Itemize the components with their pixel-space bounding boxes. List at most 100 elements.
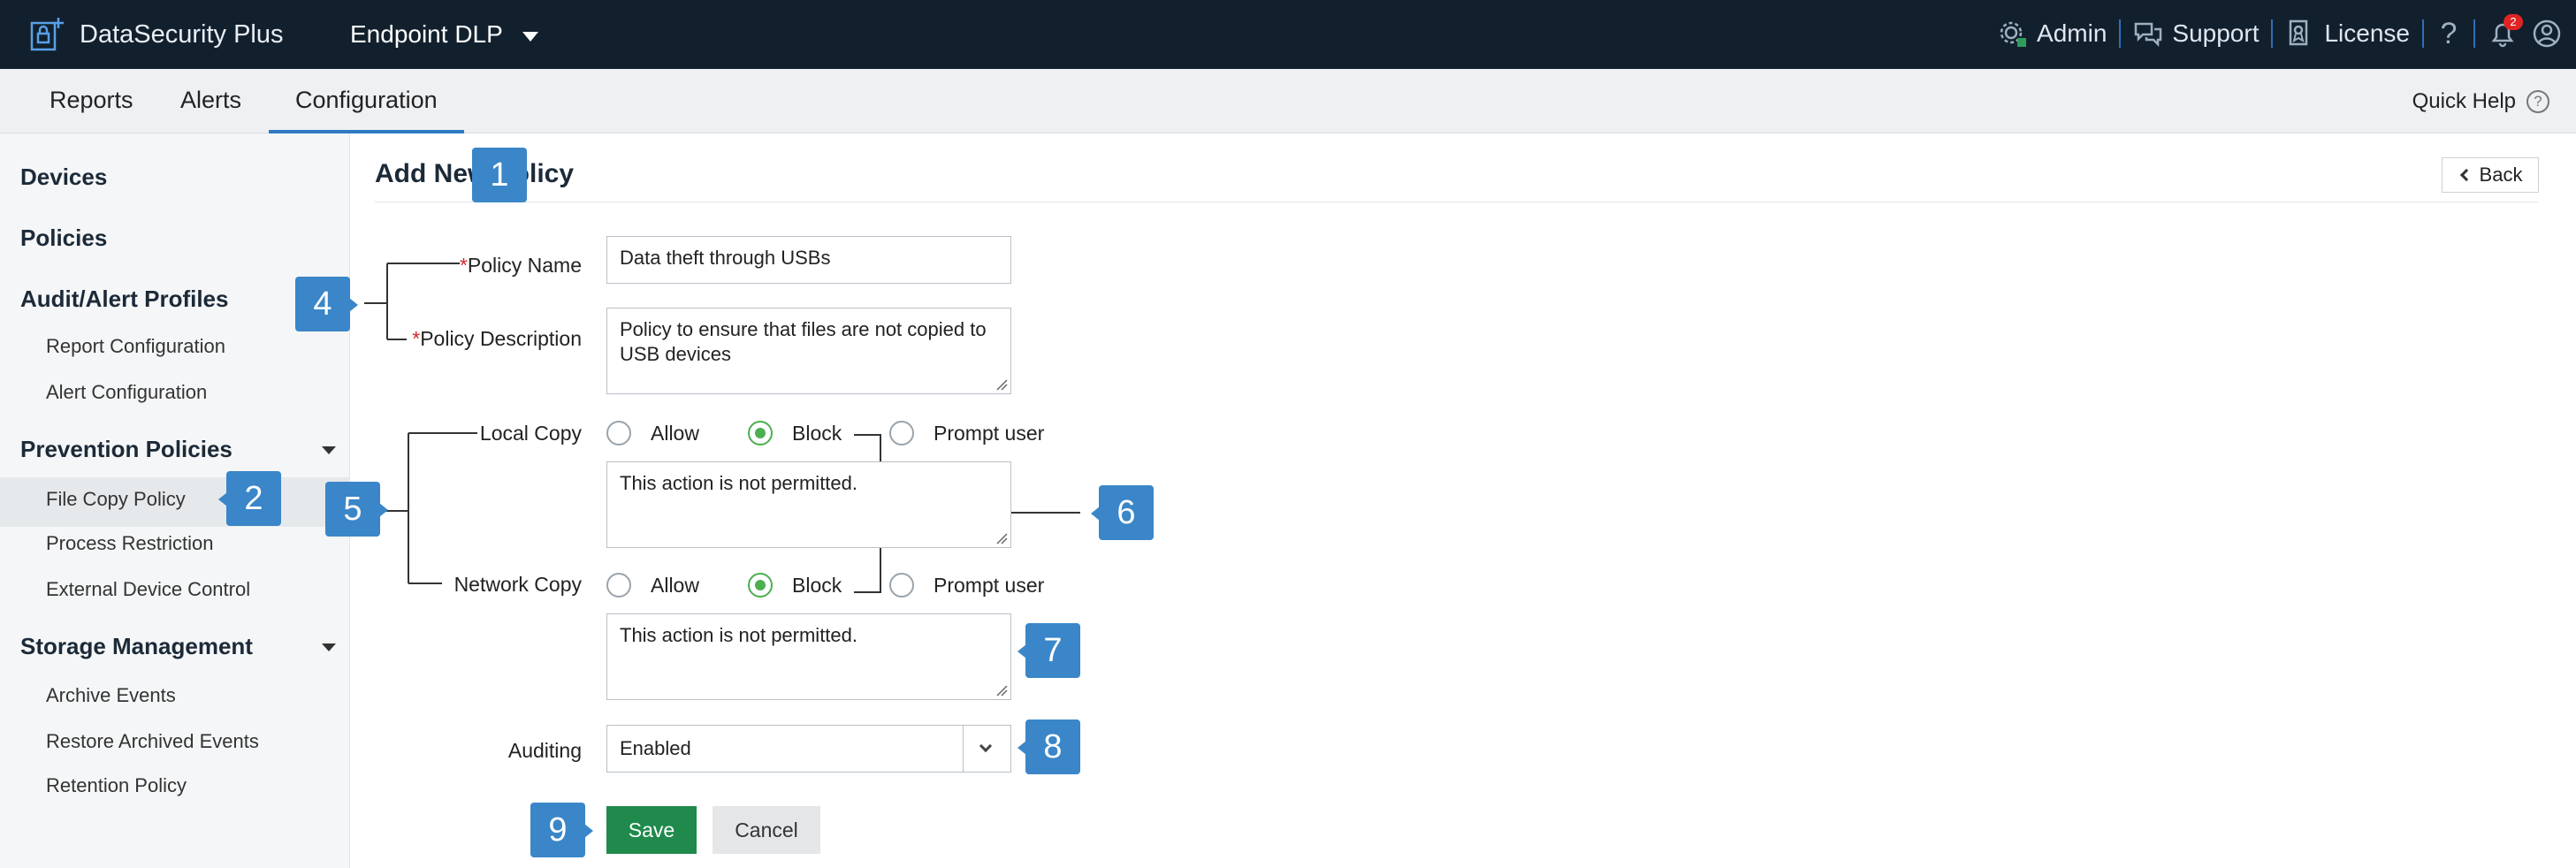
network-copy-prompt-user-option[interactable]: Prompt user [889,573,1044,598]
brand[interactable]: DataSecurity Plus [28,12,284,57]
top-bar: DataSecurity Plus Endpoint DLP Admin Sup… [0,0,2576,69]
required-mark: * [459,254,468,277]
chevron-down-icon [322,643,336,651]
network-copy-block-option[interactable]: Block [748,573,889,598]
back-button[interactable]: Back [2442,157,2539,193]
notifications-button[interactable]: 2 [2488,14,2523,51]
sidebar-item-process-restriction[interactable]: Process Restriction [46,532,214,555]
policy-name-label: *Policy Name [407,254,582,278]
nav-separator [2271,19,2274,48]
dropdown-toggle[interactable] [963,726,1010,772]
support-icon [2135,22,2162,48]
user-icon[interactable] [2532,19,2562,49]
resize-handle-icon[interactable] [995,532,1008,544]
callout-9: 9 [530,803,593,857]
notification-count-badge: 2 [2504,14,2523,30]
tab-alerts[interactable]: Alerts [154,69,268,133]
sidebar-item-archive-events[interactable]: Archive Events [46,684,176,707]
quick-help-link[interactable]: Quick Help ? [2412,69,2549,133]
support-link[interactable]: Support [2133,19,2259,49]
admin-link[interactable]: Admin [1998,19,2107,49]
admin-icon [2000,21,2027,47]
admin-label: Admin [2037,19,2107,47]
policy-description-value: Policy to ensure that files are not copi… [620,318,987,365]
chevron-down-icon [522,31,538,42]
sidebar-section-prevention-policies[interactable]: Prevention Policies [20,436,350,463]
sidebar-item-file-copy-policy[interactable]: File Copy Policy [46,488,186,511]
resize-handle-icon[interactable] [995,684,1008,697]
radio-button[interactable] [889,573,914,598]
local-copy-options: Allow Block Prompt user [606,421,1044,445]
nav-separator [2422,19,2424,48]
product-name: Endpoint DLP [350,20,503,48]
local-copy-allow-option[interactable]: Allow [606,421,748,445]
tab-reports[interactable]: Reports [23,69,160,133]
license-icon [2290,19,2308,46]
top-right-nav: Admin Support License ? 2 [1998,9,2562,58]
tab-configuration[interactable]: Configuration [269,69,464,133]
chevron-down-icon [322,446,336,454]
save-button[interactable]: Save [606,806,697,854]
help-circle-icon: ? [2526,89,2549,113]
local-copy-message-value: This action is not permitted. [620,472,858,494]
network-copy-message-value: This action is not permitted. [620,624,858,646]
cancel-button[interactable]: Cancel [713,806,820,854]
support-label: Support [2172,19,2260,47]
callout-1: 1 [472,148,527,202]
policy-description-label-text: Policy Description [420,327,582,350]
sidebar-item-external-device-control[interactable]: External Device Control [46,578,250,601]
option-label: Prompt user [934,573,1045,597]
back-label: Back [2479,164,2523,186]
sidebar-item-alert-configuration[interactable]: Alert Configuration [46,381,207,404]
policy-name-input[interactable]: Data theft through USBs [606,236,1011,284]
policy-name-label-text: Policy Name [467,254,582,277]
datasecurity-logo-icon [30,18,64,51]
sidebar-item-policies[interactable]: Policies [20,225,107,252]
callout-2: 2 [218,471,281,526]
brand-name: DataSecurity Plus [80,19,284,49]
network-copy-message-textarea[interactable]: This action is not permitted. [606,613,1011,700]
license-link[interactable]: License [2285,19,2410,49]
option-label: Prompt user [934,421,1045,445]
sidebar-item-devices[interactable]: Devices [20,164,107,191]
radio-button-selected[interactable] [748,421,773,445]
network-copy-allow-option[interactable]: Allow [606,573,748,598]
nav-separator [2119,19,2122,48]
policy-description-textarea[interactable]: Policy to ensure that files are not copi… [606,308,1011,394]
policy-description-label: *Policy Description [389,327,582,351]
auditing-select[interactable]: Enabled [606,725,1011,773]
radio-button-selected[interactable] [748,573,773,598]
sidebar-item-audit-alert-profiles[interactable]: Audit/Alert Profiles [20,286,228,313]
tabs-bar: Reports Alerts Configuration Quick Help … [0,69,2576,133]
network-copy-label: Network Copy [453,573,582,596]
help-icon[interactable]: ? [2436,17,2461,51]
sidebar-section-storage-management[interactable]: Storage Management [20,633,350,660]
product-switcher[interactable]: Endpoint DLP [350,12,538,57]
local-copy-prompt-user-option[interactable]: Prompt user [889,421,1044,445]
callout-7: 7 [1017,623,1080,678]
sidebar-item-report-configuration[interactable]: Report Configuration [46,335,225,358]
local-copy-label: Local Copy [479,422,582,445]
policy-name-value: Data theft through USBs [620,247,831,269]
required-mark: * [412,327,421,350]
sidebar: Devices Policies Audit/Alert Profiles Re… [0,133,350,868]
option-label: Block [792,573,842,597]
radio-button[interactable] [889,421,914,445]
quick-help-label: Quick Help [2412,88,2516,113]
radio-button[interactable] [606,421,631,445]
resize-handle-icon[interactable] [995,378,1008,391]
sidebar-item-retention-policy[interactable]: Retention Policy [46,774,187,797]
nav-separator [2473,19,2475,48]
callout-4: 4 [295,277,358,331]
option-label: Allow [651,421,699,445]
chevron-left-icon [2459,168,2473,182]
chevron-down-icon [979,739,993,753]
license-label: License [2324,19,2410,47]
callout-5: 5 [325,482,388,537]
radio-button[interactable] [606,573,631,598]
local-copy-block-option[interactable]: Block [748,421,889,445]
local-copy-message-textarea[interactable]: This action is not permitted. [606,461,1011,548]
option-label: Block [792,421,842,445]
sidebar-section-label: Prevention Policies [20,436,232,462]
sidebar-item-restore-archived-events[interactable]: Restore Archived Events [46,730,259,753]
